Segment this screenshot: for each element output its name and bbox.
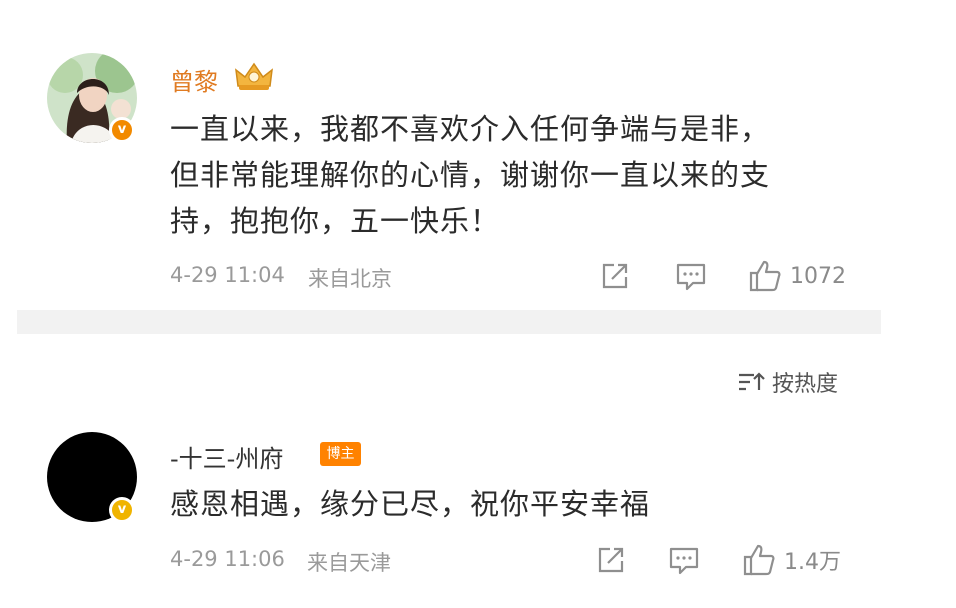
blogger-tag: 博主	[320, 442, 361, 466]
post-text-line-2: 但非常能理解你的心情，谢谢你一直以来的支	[170, 158, 771, 192]
post-timestamp: 4-29 11:04	[170, 263, 285, 287]
sort-label: 按热度	[772, 372, 839, 397]
thumbs-up-icon	[743, 544, 775, 576]
comment-timestamp: 4-29 11:06	[170, 547, 285, 571]
sort-icon	[739, 372, 765, 391]
post-text-line-1: 一直以来，我都不喜欢介入任何争端与是非，	[170, 112, 771, 146]
crown-vip-icon	[234, 60, 274, 96]
comment-text: 感恩相遇，缘分已尽，祝你平安幸福	[170, 487, 651, 521]
comment-icon	[669, 547, 699, 575]
comment-share-button[interactable]	[596, 546, 626, 574]
comment-reply-button[interactable]	[668, 546, 700, 576]
sort-by-hot-button[interactable]: 按热度	[736, 366, 838, 398]
post-text-line-3: 持，抱抱你，五一快乐！	[170, 204, 501, 238]
avatar[interactable]: v	[47, 53, 137, 143]
share-icon	[598, 547, 624, 573]
post-username[interactable]: 曾黎	[170, 62, 218, 97]
comment-button[interactable]	[675, 262, 707, 292]
like-count: 1072	[790, 263, 846, 289]
comment-icon	[676, 263, 706, 291]
like-button[interactable]: 1072	[748, 259, 846, 293]
like-count: 1.4万	[784, 550, 841, 575]
comment-username[interactable]: -十三-州府	[170, 439, 283, 474]
post-source: 来自北京	[308, 267, 392, 291]
comment-like-button[interactable]: 1.4万	[742, 543, 841, 577]
original-post: v 曾黎 一直以来，我都不喜欢介入任何争端与是非， 但非常能理解你的心情，谢谢你…	[0, 0, 956, 310]
comment-source: 来自天津	[307, 551, 391, 575]
section-divider	[17, 310, 881, 334]
thumbs-up-icon	[749, 260, 781, 292]
verified-badge-icon: v	[109, 497, 135, 523]
share-button[interactable]	[600, 262, 630, 290]
share-icon	[602, 263, 628, 289]
verified-badge-icon: v	[109, 117, 135, 143]
